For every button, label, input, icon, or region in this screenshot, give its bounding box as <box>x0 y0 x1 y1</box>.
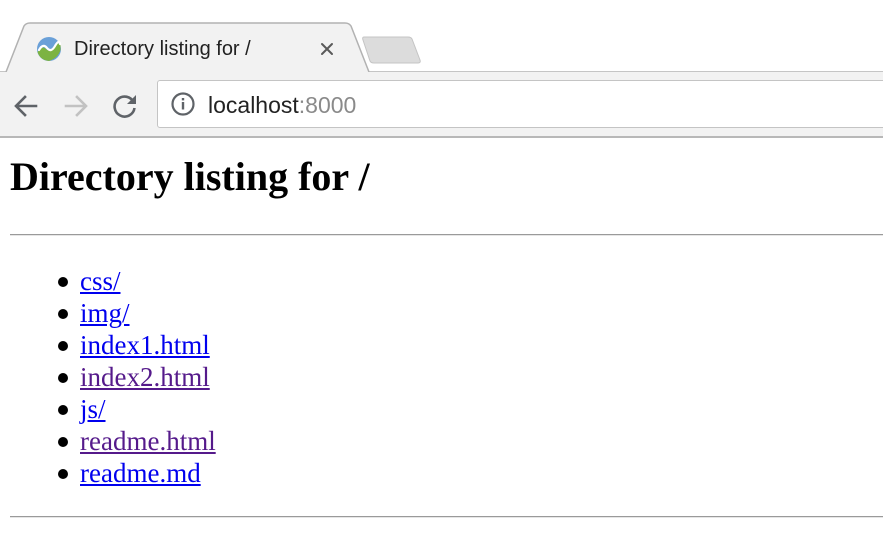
tab-title: Directory listing for / <box>74 38 251 60</box>
new-tab-button[interactable] <box>362 36 422 64</box>
divider-bottom <box>10 516 883 518</box>
arrow-right-icon[interactable] <box>60 90 92 122</box>
browser-chrome: Directory listing for / localhost:8000 <box>0 0 883 138</box>
bullet-icon <box>58 277 68 287</box>
list-item: readme.md <box>58 457 216 489</box>
bullet-icon <box>58 437 68 447</box>
url-text[interactable]: localhost:8000 <box>208 90 356 120</box>
address-bar[interactable]: localhost:8000 <box>157 80 883 128</box>
url-port: :8000 <box>298 92 357 118</box>
file-link[interactable]: css/ <box>80 266 121 296</box>
list-item: css/ <box>58 265 216 297</box>
list-item: img/ <box>58 297 216 329</box>
tab-strip: Directory listing for / <box>0 0 883 80</box>
list-item: index2.html <box>58 361 216 393</box>
bullet-icon <box>58 373 68 383</box>
bullet-icon <box>58 469 68 479</box>
file-list: css/img/index1.html index2.html js/readme.… <box>58 265 216 489</box>
reload-icon[interactable] <box>109 90 141 122</box>
divider-top <box>10 234 883 236</box>
bullet-icon <box>58 405 68 415</box>
page-content: Directory listing for / css/img/index1.h… <box>0 138 883 560</box>
tab-active[interactable]: Directory listing for / <box>24 24 350 72</box>
file-link[interactable]: img/ <box>80 298 130 328</box>
url-host: localhost <box>208 92 299 118</box>
file-link[interactable]: readme.html <box>80 426 216 456</box>
chart-wave-favicon-icon <box>37 37 62 61</box>
list-item: readme.html <box>58 425 216 457</box>
info-icon[interactable] <box>170 91 196 117</box>
file-link[interactable]: readme.md <box>80 458 201 488</box>
bullet-icon <box>58 309 68 319</box>
browser-toolbar: localhost:8000 <box>0 72 883 136</box>
list-item: js/ <box>58 393 216 425</box>
file-link[interactable]: index2.html <box>80 362 210 392</box>
file-link[interactable]: js/ <box>80 394 106 424</box>
bullet-icon <box>58 341 68 351</box>
file-link[interactable]: index1.html <box>80 330 210 360</box>
list-item: index1.html <box>58 329 216 361</box>
close-icon[interactable] <box>314 36 340 62</box>
arrow-left-icon[interactable] <box>10 90 42 122</box>
page-title: Directory listing for / <box>10 154 370 199</box>
